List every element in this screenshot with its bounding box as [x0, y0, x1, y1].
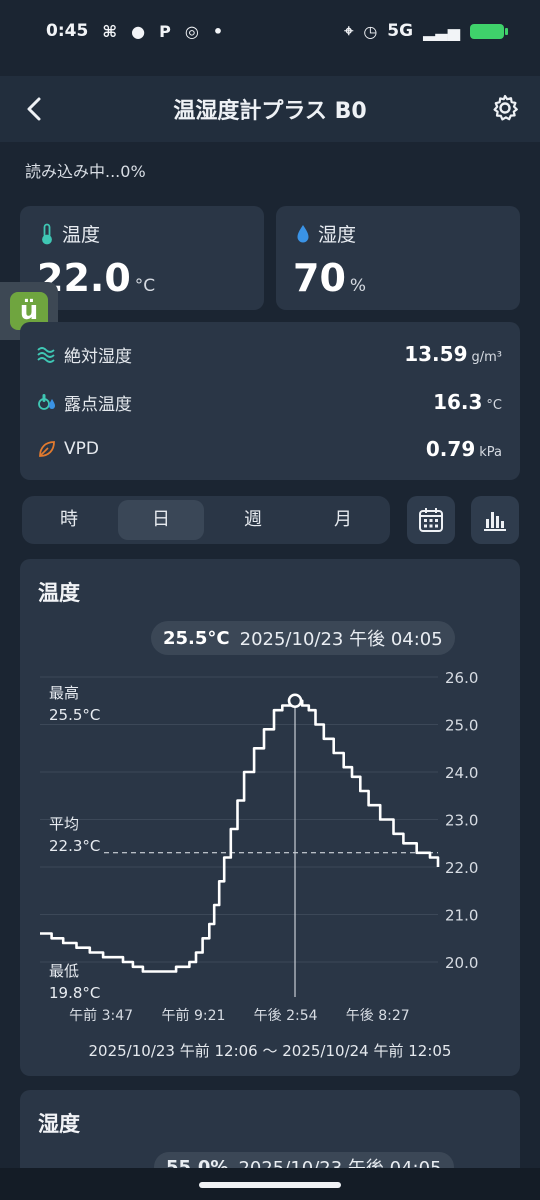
home-indicator[interactable] [199, 1182, 341, 1188]
page-title: 温湿度計プラス B0 [173, 99, 367, 124]
dew-point-icon [38, 394, 55, 410]
average-label: 平均 [49, 815, 79, 833]
max-value: 25.5°C [49, 706, 100, 724]
tab-week[interactable]: 週 [210, 500, 296, 540]
y-tick-label: 21.0 [445, 907, 478, 925]
x-tick-label: 午前 3:47 [69, 1007, 133, 1024]
detail-unit: kPa [479, 445, 502, 460]
absolute-humidity-row: 絶対湿度 13.59 g/m³ [20, 334, 520, 374]
dew-point-row: 露点温度 16.3 °C [20, 382, 520, 422]
details-card: 絶対湿度 13.59 g/m³ 露点温度 16.3 °C VPD 0.79 kPa [20, 322, 520, 480]
dot-icon: • [212, 21, 224, 41]
y-tick-label: 23.0 [445, 812, 478, 830]
app-header: 温湿度計プラス B0 [0, 76, 540, 142]
temperature-unit: °C [134, 276, 156, 296]
humidity-label: 湿度 [318, 224, 357, 246]
loading-status: 読み込み中...0% [25, 162, 146, 181]
circle-icon: ● [131, 21, 146, 41]
leaf-icon [39, 441, 55, 457]
humidity-unit: % [349, 276, 367, 296]
calendar-icon [419, 508, 443, 532]
back-arrow-icon[interactable] [20, 92, 50, 126]
detail-label: 絶対湿度 [64, 346, 132, 367]
signal-icon: ▂▃▅ [423, 21, 460, 41]
chart-title-2: 湿度 [38, 1112, 80, 1136]
chart-date-range: 2025/10/23 午前 12:06 〜 2025/10/24 午前 12:0… [88, 1042, 452, 1060]
detail-unit: °C [486, 398, 502, 413]
status-time: 0:45 [46, 21, 89, 41]
x-tick-label: 午前 9:21 [162, 1007, 226, 1024]
p-icon: P [159, 21, 171, 41]
wind-wave-icon [37, 347, 55, 363]
period-tabs: 時 日 週 月 [22, 496, 390, 544]
selected-point [287, 693, 303, 709]
hashtag-icon: ⌘ [102, 21, 118, 41]
battery-charging-icon [470, 23, 508, 39]
y-tick-label: 25.0 [445, 717, 478, 735]
status-bar: 0:45 ⌘ ● P ◎ • ⌖ ◷ 5G ▂▃▅ [0, 0, 540, 62]
temperature-label: 温度 [62, 224, 101, 246]
x-tick-label: 午後 2:54 [254, 1008, 318, 1024]
y-tick-label: 22.0 [445, 859, 478, 877]
tab-hour[interactable]: 時 [26, 500, 112, 540]
y-tick-label: 26.0 [445, 669, 478, 687]
network-label: 5G [387, 21, 414, 41]
calendar-button[interactable] [407, 496, 455, 544]
instagram-icon: ◎ [184, 21, 199, 41]
detail-value: 16.3 [433, 390, 483, 414]
alarm-icon: ◷ [363, 21, 378, 41]
detail-value: 13.59 [404, 342, 468, 366]
tab-month[interactable]: 月 [300, 500, 386, 540]
vpd-row: VPD 0.79 kPa [20, 429, 520, 469]
water-drop-icon [297, 224, 309, 242]
min-label: 最低 [49, 962, 79, 980]
x-tick-label: 午後 8:27 [346, 1008, 410, 1024]
location-icon: ⌖ [344, 21, 354, 40]
tab-day[interactable]: 日 [118, 500, 204, 540]
detail-label: VPD [64, 439, 99, 459]
y-tick-label: 20.0 [445, 954, 478, 972]
average-value: 22.3°C [49, 837, 100, 855]
detail-unit: g/m³ [471, 350, 502, 365]
thermometer-icon [42, 223, 52, 244]
max-label: 最高 [49, 684, 79, 702]
navigation-bar [0, 1168, 540, 1200]
bar-chart-icon [484, 512, 506, 531]
chart-type-button[interactable] [471, 496, 519, 544]
temperature-line-chart[interactable]: 26.0 25.0 24.0 23.0 22.0 21.0 20.0 午前 3:47 午前 9:… [20, 559, 520, 1039]
temperature-chart-card: 温度 25.5°C 2025/10/23 午後 04:05 26.0 25.0 24… [20, 559, 520, 1076]
detail-label: 露点温度 [64, 394, 132, 415]
humidity-card[interactable]: 湿度 70% [276, 206, 520, 310]
min-value: 19.8°C [49, 984, 100, 1002]
gear-icon[interactable] [490, 93, 520, 123]
detail-value: 0.79 [425, 437, 476, 461]
humidity-value: 70 [293, 256, 346, 300]
y-tick-label: 24.0 [445, 764, 478, 782]
